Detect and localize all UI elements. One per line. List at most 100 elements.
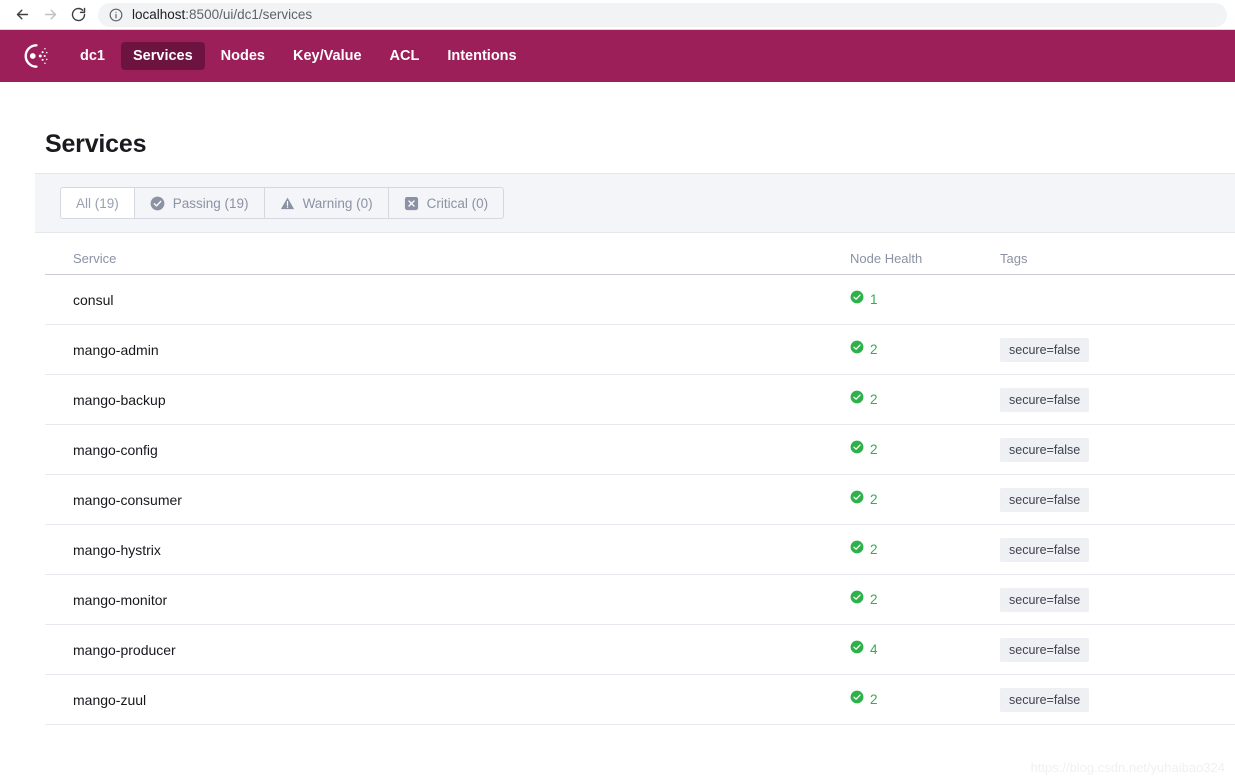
- x-square-icon: [404, 196, 419, 211]
- tag-chip: secure=false: [1000, 687, 1090, 712]
- url-text: localhost:8500/ui/dc1/services: [132, 7, 312, 22]
- browser-toolbar: localhost:8500/ui/dc1/services: [0, 0, 1235, 30]
- service-name-link[interactable]: mango-hystrix: [45, 542, 850, 558]
- table-row[interactable]: mango-producer 4 secure=false: [45, 625, 1235, 675]
- node-health-cell: 1: [850, 290, 1000, 309]
- service-name-link[interactable]: mango-config: [45, 442, 850, 458]
- table-body: consul 1 mango-admin 2 secure=false mango-bac…: [45, 275, 1235, 725]
- arrow-left-icon: [14, 6, 31, 23]
- service-name-link[interactable]: mango-zuul: [45, 692, 850, 708]
- url-path: :8500/ui/dc1/services: [185, 7, 313, 22]
- node-health-count: 2: [870, 342, 878, 357]
- node-health-cell: 2: [850, 590, 1000, 609]
- url-host: localhost: [132, 7, 186, 22]
- tag-chip: secure=false: [1000, 487, 1090, 512]
- table-row[interactable]: mango-config 2 secure=false: [45, 425, 1235, 475]
- tag-chip: secure=false: [1000, 587, 1090, 612]
- tag-chip: secure=false: [1000, 637, 1090, 662]
- node-health-cell: 2: [850, 540, 1000, 559]
- nav-item-acl[interactable]: ACL: [378, 42, 432, 70]
- node-health-cell: 2: [850, 390, 1000, 409]
- forward-button[interactable]: [36, 1, 64, 29]
- service-name-link[interactable]: mango-monitor: [45, 592, 850, 608]
- check-circle-green-icon: [850, 340, 864, 359]
- table-row[interactable]: mango-monitor 2 secure=false: [45, 575, 1235, 625]
- reload-button[interactable]: [64, 1, 92, 29]
- tags-cell: secure=false: [1000, 687, 1235, 712]
- check-circle-green-icon: [850, 290, 864, 309]
- service-name-link[interactable]: consul: [45, 292, 850, 308]
- node-health-cell: 2: [850, 690, 1000, 709]
- table-row[interactable]: mango-admin 2 secure=false: [45, 325, 1235, 375]
- column-header-service: Service: [73, 251, 117, 266]
- filter-tab-warning[interactable]: Warning (0): [265, 188, 389, 218]
- consul-main-nav: dc1 Services Nodes Key/Value ACL Intenti…: [0, 30, 1235, 82]
- filter-tab-critical-label: Critical (0): [426, 195, 489, 211]
- back-button[interactable]: [8, 1, 36, 29]
- table-row[interactable]: consul 1: [45, 275, 1235, 325]
- node-health-count: 2: [870, 392, 878, 407]
- tags-cell: secure=false: [1000, 387, 1235, 412]
- service-name-link[interactable]: mango-consumer: [45, 492, 850, 508]
- service-name-link[interactable]: mango-backup: [45, 392, 850, 408]
- filter-tab-warning-label: Warning (0): [302, 195, 373, 211]
- filter-tab-passing[interactable]: Passing (19): [135, 188, 265, 218]
- filter-bar: All (19) Passing (19) Warning (0) Critic…: [35, 173, 1235, 233]
- check-circle-green-icon: [850, 640, 864, 659]
- tag-chip: secure=false: [1000, 387, 1090, 412]
- service-name-link[interactable]: mango-producer: [45, 642, 850, 658]
- check-circle-green-icon: [850, 540, 864, 559]
- node-health-count: 1: [870, 292, 878, 307]
- nav-item-key-value[interactable]: Key/Value: [281, 42, 374, 70]
- tags-cell: secure=false: [1000, 437, 1235, 462]
- services-table: Service Node Health Tags consul 1 mango-ad…: [45, 233, 1235, 725]
- filter-tab-critical[interactable]: Critical (0): [389, 188, 504, 218]
- check-circle-icon: [150, 196, 165, 211]
- nav-item-intentions[interactable]: Intentions: [435, 42, 528, 70]
- tags-cell: secure=false: [1000, 637, 1235, 662]
- node-health-cell: 4: [850, 640, 1000, 659]
- check-circle-green-icon: [850, 390, 864, 409]
- tag-chip: secure=false: [1000, 537, 1090, 562]
- arrow-right-icon: [42, 6, 59, 23]
- page-content: Services All (19) Passing (19) Warning (…: [0, 82, 1235, 725]
- page-title: Services: [45, 130, 147, 158]
- nav-item-services[interactable]: Services: [121, 42, 205, 70]
- tag-chip: secure=false: [1000, 437, 1090, 462]
- node-health-count: 2: [870, 442, 878, 457]
- filter-tab-all-label: All (19): [76, 195, 119, 211]
- address-bar[interactable]: localhost:8500/ui/dc1/services: [98, 2, 1227, 27]
- nav-item-dc1[interactable]: dc1: [68, 42, 117, 70]
- node-health-cell: 2: [850, 440, 1000, 459]
- watermark: https://blog.csdn.net/yuhaibao324: [1030, 760, 1225, 775]
- tags-cell: secure=false: [1000, 587, 1235, 612]
- tag-chip: secure=false: [1000, 337, 1090, 362]
- nav-item-nodes[interactable]: Nodes: [209, 42, 277, 70]
- filter-tab-passing-label: Passing (19): [172, 195, 249, 211]
- service-name-link[interactable]: mango-admin: [45, 342, 850, 358]
- node-health-count: 2: [870, 592, 878, 607]
- node-health-cell: 2: [850, 490, 1000, 509]
- table-row[interactable]: mango-backup 2 secure=false: [45, 375, 1235, 425]
- check-circle-green-icon: [850, 490, 864, 509]
- nav-item-list: dc1 Services Nodes Key/Value ACL Intenti…: [68, 42, 533, 70]
- table-header-row: Service Node Health Tags: [45, 233, 1235, 275]
- info-circle-icon[interactable]: [108, 7, 123, 22]
- health-filter-group: All (19) Passing (19) Warning (0) Critic…: [60, 187, 505, 219]
- filter-tab-all[interactable]: All (19): [61, 188, 135, 218]
- warning-triangle-icon: [280, 196, 295, 211]
- check-circle-green-icon: [850, 590, 864, 609]
- reload-icon: [70, 6, 87, 23]
- node-health-count: 4: [870, 642, 878, 657]
- node-health-count: 2: [870, 692, 878, 707]
- consul-logo-icon[interactable]: [18, 39, 52, 73]
- column-header-tags: Tags: [1000, 251, 1028, 266]
- node-health-cell: 2: [850, 340, 1000, 359]
- check-circle-green-icon: [850, 440, 864, 459]
- table-row[interactable]: mango-zuul 2 secure=false: [45, 675, 1235, 725]
- table-row[interactable]: mango-hystrix 2 secure=false: [45, 525, 1235, 575]
- column-header-node-health: Node Health: [850, 251, 923, 266]
- table-row[interactable]: mango-consumer 2 secure=false: [45, 475, 1235, 525]
- check-circle-green-icon: [850, 690, 864, 709]
- tags-cell: secure=false: [1000, 337, 1235, 362]
